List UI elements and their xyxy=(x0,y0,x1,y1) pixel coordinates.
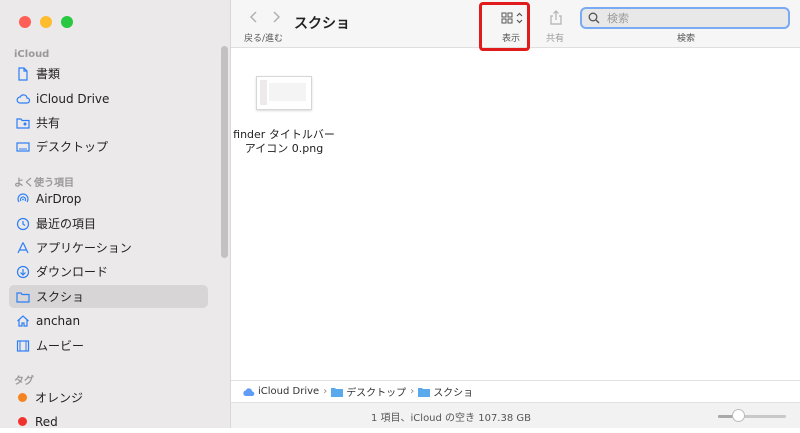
clock-icon xyxy=(16,217,30,231)
sidebar-item-icloud-drive[interactable]: iCloud Drive xyxy=(9,87,208,110)
window-controls xyxy=(19,16,73,28)
sidebar-item-desktop[interactable]: デスクトップ xyxy=(9,135,208,158)
file-thumbnail xyxy=(256,76,312,110)
folder-icon xyxy=(16,290,30,304)
sidebar-section-icloud: iCloud xyxy=(14,49,50,60)
sidebar-tag-red[interactable]: Red xyxy=(9,410,208,433)
sidebar-item-label: アプリケーション xyxy=(36,241,132,255)
search-field[interactable] xyxy=(580,7,790,29)
sidebar-item-label: Red xyxy=(35,414,58,429)
sidebar-item-label: 最近の項目 xyxy=(36,217,97,231)
share-icon xyxy=(550,10,562,25)
close-button[interactable] xyxy=(19,16,31,28)
sidebar-item-label: スクショ xyxy=(36,290,85,304)
sidebar-item-airdrop[interactable]: AirDrop xyxy=(9,187,208,210)
status-text: 1 項目、iCloud の空き 107.38 GB xyxy=(370,413,532,424)
path-segment-sukusho[interactable]: スクショ xyxy=(418,384,473,399)
sidebar-tag-orange[interactable]: オレンジ xyxy=(9,386,208,409)
forward-button[interactable] xyxy=(271,10,281,28)
airdrop-icon xyxy=(16,192,30,206)
sidebar-item-label: ダウンロード xyxy=(36,265,109,279)
toolbar: 戻る/進む スクショ 表示 共有 検索 xyxy=(231,0,800,51)
search-icon xyxy=(588,12,600,24)
sidebar-item-label: 共有 xyxy=(36,116,61,130)
grid-view-icon xyxy=(501,12,523,24)
sidebar-item-documents[interactable]: 書類 xyxy=(9,62,208,85)
sidebar-item-recents[interactable]: 最近の項目 xyxy=(9,212,208,235)
sidebar-item-shared[interactable]: 共有 xyxy=(9,111,208,134)
path-segment-desktop[interactable]: デスクトップ xyxy=(331,384,406,399)
search-input[interactable] xyxy=(605,10,779,26)
red-tag-icon xyxy=(18,417,27,426)
share-button[interactable] xyxy=(549,10,563,30)
sidebar-item-home[interactable]: anchan xyxy=(9,309,208,332)
nav-label: 戻る/進む xyxy=(244,34,284,44)
share-label: 共有 xyxy=(546,34,565,44)
cloud-icon xyxy=(16,92,30,106)
sidebar-item-movies[interactable]: ムービー xyxy=(9,334,208,357)
desktop-icon xyxy=(16,140,30,154)
file-item[interactable]: finder タイトルバー アイコン 0.png xyxy=(232,76,336,156)
film-icon xyxy=(16,339,30,353)
view-label: 表示 xyxy=(502,34,521,44)
home-icon xyxy=(16,314,30,328)
shared-folder-icon xyxy=(16,116,30,130)
sidebar-item-sukusho[interactable]: スクショ xyxy=(9,285,208,308)
download-icon xyxy=(16,265,30,279)
sidebar-item-label: anchan xyxy=(36,313,81,328)
applications-icon xyxy=(16,241,30,255)
view-options-button[interactable] xyxy=(501,10,525,29)
chevron-left-icon xyxy=(249,11,257,23)
document-icon xyxy=(16,66,30,81)
folder-icon xyxy=(331,387,344,397)
path-label: スクショ xyxy=(433,388,474,399)
folder-icon xyxy=(418,387,431,397)
sidebar: iCloud 書類 iCloud Drive 共有 デスクトップ よく使う項目 … xyxy=(0,0,231,429)
sidebar-item-label: オレンジ xyxy=(35,391,84,405)
path-separator: › xyxy=(410,386,415,397)
path-bar: iCloud Drive › デスクトップ › スクショ xyxy=(231,380,800,402)
file-name-line2: アイコン 0.png xyxy=(244,142,324,155)
icon-size-slider[interactable] xyxy=(718,415,786,418)
orange-tag-icon xyxy=(18,393,27,402)
minimize-button[interactable] xyxy=(40,16,52,28)
path-label: iCloud Drive xyxy=(258,386,320,397)
path-separator: › xyxy=(323,386,328,397)
zoom-button[interactable] xyxy=(61,16,73,28)
window-title: スクショ xyxy=(294,16,350,32)
file-name: finder タイトルバー アイコン 0.png xyxy=(232,128,336,156)
sidebar-item-label: AirDrop xyxy=(36,191,82,206)
back-button[interactable] xyxy=(249,10,259,28)
cloud-icon xyxy=(243,387,255,396)
sidebar-item-label: デスクトップ xyxy=(36,140,109,154)
sidebar-item-label: ムービー xyxy=(36,339,85,353)
sidebar-section-tags: タグ xyxy=(14,376,34,387)
slider-knob[interactable] xyxy=(731,409,745,422)
sidebar-scrollbar[interactable] xyxy=(221,46,228,258)
sidebar-item-downloads[interactable]: ダウンロード xyxy=(9,260,208,283)
sidebar-item-label: 書類 xyxy=(36,67,61,81)
chevron-right-icon xyxy=(273,11,281,23)
sidebar-item-label: iCloud Drive xyxy=(36,91,110,106)
path-label: デスクトップ xyxy=(346,388,407,399)
path-segment-icloud-drive[interactable]: iCloud Drive xyxy=(242,386,319,397)
search-label: 検索 xyxy=(677,34,696,44)
status-bar: 1 項目、iCloud の空き 107.38 GB xyxy=(231,402,800,428)
sidebar-item-applications[interactable]: アプリケーション xyxy=(9,236,208,259)
file-name-line1: finder タイトルバー xyxy=(233,128,335,141)
